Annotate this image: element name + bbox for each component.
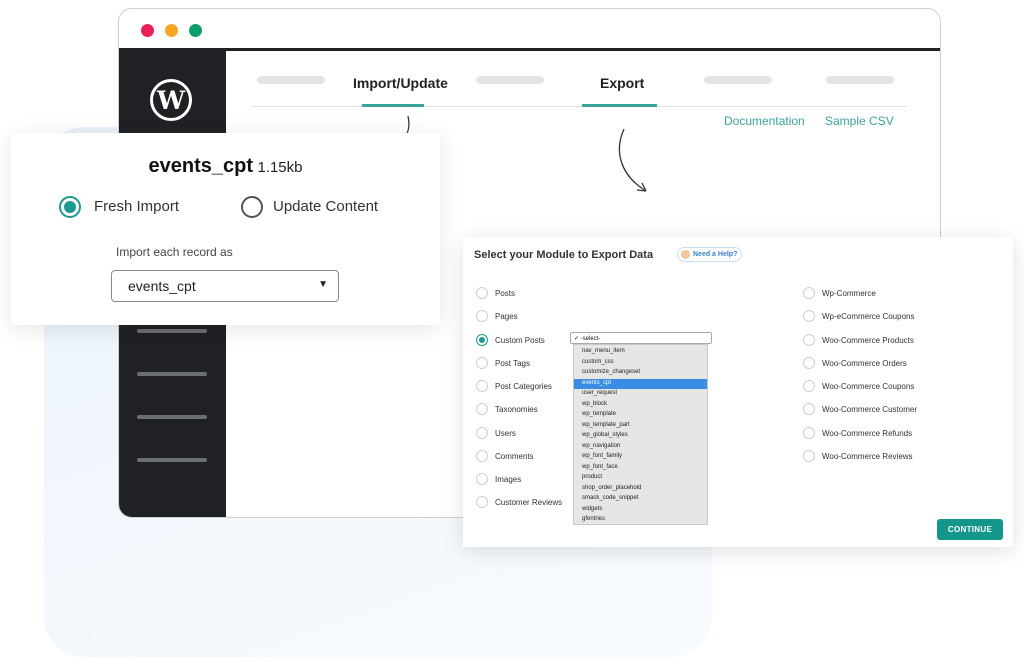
module-radio-selected[interactable] (476, 334, 488, 346)
dropdown-option[interactable]: wp_template (574, 410, 707, 420)
module-radio[interactable] (803, 427, 815, 439)
module-radio[interactable] (476, 403, 488, 415)
dropdown-option[interactable]: wp_global_styles (574, 431, 707, 441)
module-radio[interactable] (803, 357, 815, 369)
dropdown-option-highlighted[interactable]: events_cpt (574, 378, 707, 389)
module-radio[interactable] (803, 450, 815, 462)
module-label[interactable]: Woo-Commerce Orders (822, 359, 907, 368)
module-label[interactable]: Taxonomies (495, 405, 538, 414)
module-label[interactable]: Post Categories (495, 382, 552, 391)
module-radio[interactable] (476, 380, 488, 392)
module-label[interactable]: Woo-Commerce Products (822, 336, 914, 345)
dropdown-option[interactable]: shop_order_placehold (574, 484, 707, 494)
module-label[interactable]: Posts (495, 289, 515, 298)
module-radio[interactable] (476, 427, 488, 439)
file-name: events_cpt (148, 155, 254, 177)
sidebar-menu-item[interactable] (137, 372, 207, 376)
sidebar-menu-item[interactable] (137, 415, 207, 419)
export-panel: Select your Module to Export Data Need a… (463, 237, 1013, 547)
file-size: 1.15kb (257, 159, 303, 176)
module-radio[interactable] (803, 403, 815, 415)
tab-bar: Import/Update Export (252, 51, 907, 107)
file-info: events_cpt 1.15kb (11, 155, 440, 178)
dropdown-option[interactable]: widgets (574, 505, 707, 515)
wordpress-logo-icon[interactable]: W (150, 79, 192, 121)
sidebar-menu-item[interactable] (137, 329, 207, 333)
update-content-label[interactable]: Update Content (273, 198, 378, 215)
continue-button[interactable]: CONTINUE (937, 519, 1003, 540)
documentation-link[interactable]: Documentation (724, 114, 805, 128)
module-label[interactable]: Woo-Commerce Customer (822, 405, 917, 414)
import-card: events_cpt 1.15kb Fresh Import Update Co… (11, 133, 440, 325)
module-label[interactable]: Users (495, 429, 516, 438)
module-radio[interactable] (476, 310, 488, 322)
module-label[interactable]: Comments (495, 452, 534, 461)
tab-export[interactable]: Export (600, 75, 644, 91)
dropdown-option[interactable]: product (574, 473, 707, 483)
window-titlebar (119, 9, 940, 51)
module-radio[interactable] (476, 496, 488, 508)
module-label[interactable]: Custom Posts (495, 336, 545, 345)
module-radio[interactable] (476, 473, 488, 485)
module-radio[interactable] (476, 287, 488, 299)
caret-down-icon: ▼ (318, 279, 328, 290)
module-radio[interactable] (803, 310, 815, 322)
record-type-select[interactable]: events_cpt ▼ (111, 270, 339, 302)
dropdown-option[interactable]: wp_font_face (574, 463, 707, 473)
module-label[interactable]: Woo-Commerce Refunds (822, 429, 912, 438)
fresh-import-label[interactable]: Fresh Import (94, 198, 179, 215)
post-type-select[interactable]: ✓ -select- (570, 332, 712, 344)
module-label[interactable]: Woo-Commerce Coupons (822, 382, 914, 391)
help-label: Need a Help? (693, 251, 738, 258)
module-radio[interactable] (803, 287, 815, 299)
module-label[interactable]: Customer Reviews (495, 498, 562, 507)
dropdown-option[interactable]: nav_menu_item (574, 347, 707, 357)
close-dot-icon[interactable] (141, 24, 154, 37)
dropdown-option[interactable]: gfentries (574, 515, 707, 525)
dropdown-option[interactable]: custom_css (574, 358, 707, 368)
fresh-import-radio[interactable] (59, 196, 81, 218)
module-radio[interactable] (803, 334, 815, 346)
dropdown-option[interactable]: wp_template_part (574, 421, 707, 431)
module-label[interactable]: Wp-Commerce (822, 289, 876, 298)
module-label[interactable]: Woo-Commerce Reviews (822, 452, 913, 461)
tab-import-update[interactable]: Import/Update (353, 75, 448, 91)
hand-icon (681, 250, 690, 259)
sample-csv-link[interactable]: Sample CSV (825, 114, 894, 128)
module-radio[interactable] (476, 357, 488, 369)
post-type-dropdown: nav_menu_item custom_css customize_chang… (573, 344, 708, 525)
sidebar-menu-item[interactable] (137, 458, 207, 462)
tab-placeholder[interactable] (826, 76, 894, 84)
update-content-radio[interactable] (241, 196, 263, 218)
minimize-dot-icon[interactable] (165, 24, 178, 37)
help-button[interactable]: Need a Help? (677, 247, 743, 262)
module-label[interactable]: Wp-eCommerce Coupons (822, 312, 914, 321)
maximize-dot-icon[interactable] (189, 24, 202, 37)
tab-placeholder[interactable] (257, 76, 325, 84)
dropdown-option[interactable]: user_request (574, 389, 707, 399)
dropdown-option[interactable]: wp_navigation (574, 442, 707, 452)
module-radio[interactable] (476, 450, 488, 462)
active-tab-indicator (362, 104, 424, 107)
tab-placeholder[interactable] (704, 76, 772, 84)
module-radio[interactable] (803, 380, 815, 392)
tab-placeholder[interactable] (476, 76, 544, 84)
dropdown-option[interactable]: customize_changeset (574, 368, 707, 378)
export-tab-indicator (582, 104, 657, 107)
curved-arrow-icon (618, 128, 647, 192)
dropdown-option[interactable]: wp_block (574, 400, 707, 410)
dropdown-option[interactable]: smack_code_snippet (574, 494, 707, 504)
module-label[interactable]: Pages (495, 312, 518, 321)
record-type-value: events_cpt (128, 278, 196, 294)
module-label[interactable]: Post Tags (495, 359, 530, 368)
dropdown-option[interactable]: wp_font_family (574, 452, 707, 462)
import-as-label: Import each record as (116, 245, 233, 259)
panel-title: Select your Module to Export Data (474, 249, 654, 261)
module-label[interactable]: Images (495, 475, 521, 484)
